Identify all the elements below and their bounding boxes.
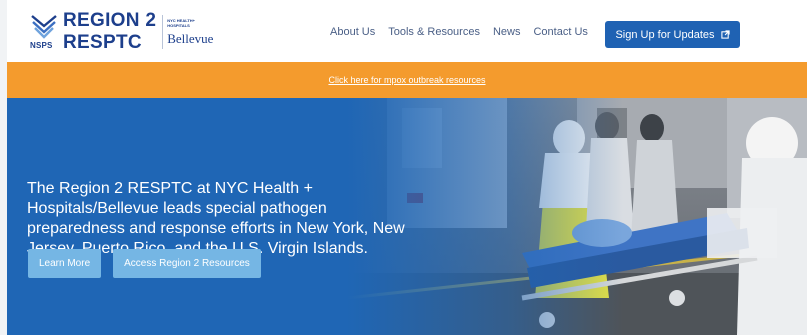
learn-more-button[interactable]: Learn More xyxy=(28,249,102,278)
hospital-name: Bellevue xyxy=(167,30,214,46)
nav-news[interactable]: News xyxy=(493,26,521,38)
external-link-icon xyxy=(720,30,730,39)
nav-about-us[interactable]: About Us xyxy=(330,26,375,38)
main-nav: About Us Tools & Resources News Contact … xyxy=(330,26,588,38)
hospital-logo: NYC HEALTH+ HOSPITALS Bellevue xyxy=(167,18,213,47)
nsps-chevrons-icon xyxy=(31,15,57,39)
logo-title-line1: REGION 2 xyxy=(63,10,157,31)
nsps-text: NSPS xyxy=(30,41,53,50)
logo-title-line2: RESPTC xyxy=(63,32,142,53)
window-edge xyxy=(0,0,7,335)
hospital-mark: NYC HEALTH+ HOSPITALS xyxy=(167,17,196,28)
nav-tools-resources[interactable]: Tools & Resources xyxy=(388,26,480,38)
nav-contact-us[interactable]: Contact Us xyxy=(533,26,587,38)
site-header: NSPS REGION 2 RESPTC NYC HEALTH+ HOSPITA… xyxy=(7,0,807,63)
hero-description: The Region 2 RESPTC at NYC Health + Hosp… xyxy=(27,180,405,257)
sign-up-button[interactable]: Sign Up for Updates xyxy=(605,21,740,48)
page: NSPS REGION 2 RESPTC NYC HEALTH+ HOSPITA… xyxy=(0,0,807,335)
hero-buttons: Learn More Access Region 2 Resources xyxy=(28,249,261,278)
alert-banner: Click here for mpox outbreak resources xyxy=(7,62,807,98)
region-title: REGION 2 RESPTC xyxy=(63,10,156,54)
sign-up-label: Sign Up for Updates xyxy=(615,28,715,41)
site-logo[interactable]: NSPS REGION 2 RESPTC NYC HEALTH+ HOSPITA… xyxy=(29,10,213,54)
mpox-resources-link[interactable]: Click here for mpox outbreak resources xyxy=(328,75,485,85)
nsps-logo: NSPS xyxy=(29,12,59,52)
logo-divider xyxy=(162,15,164,49)
access-region-2-resources-button[interactable]: Access Region 2 Resources xyxy=(113,249,261,278)
hero-section: The Region 2 RESPTC at NYC Health + Hosp… xyxy=(7,98,807,335)
